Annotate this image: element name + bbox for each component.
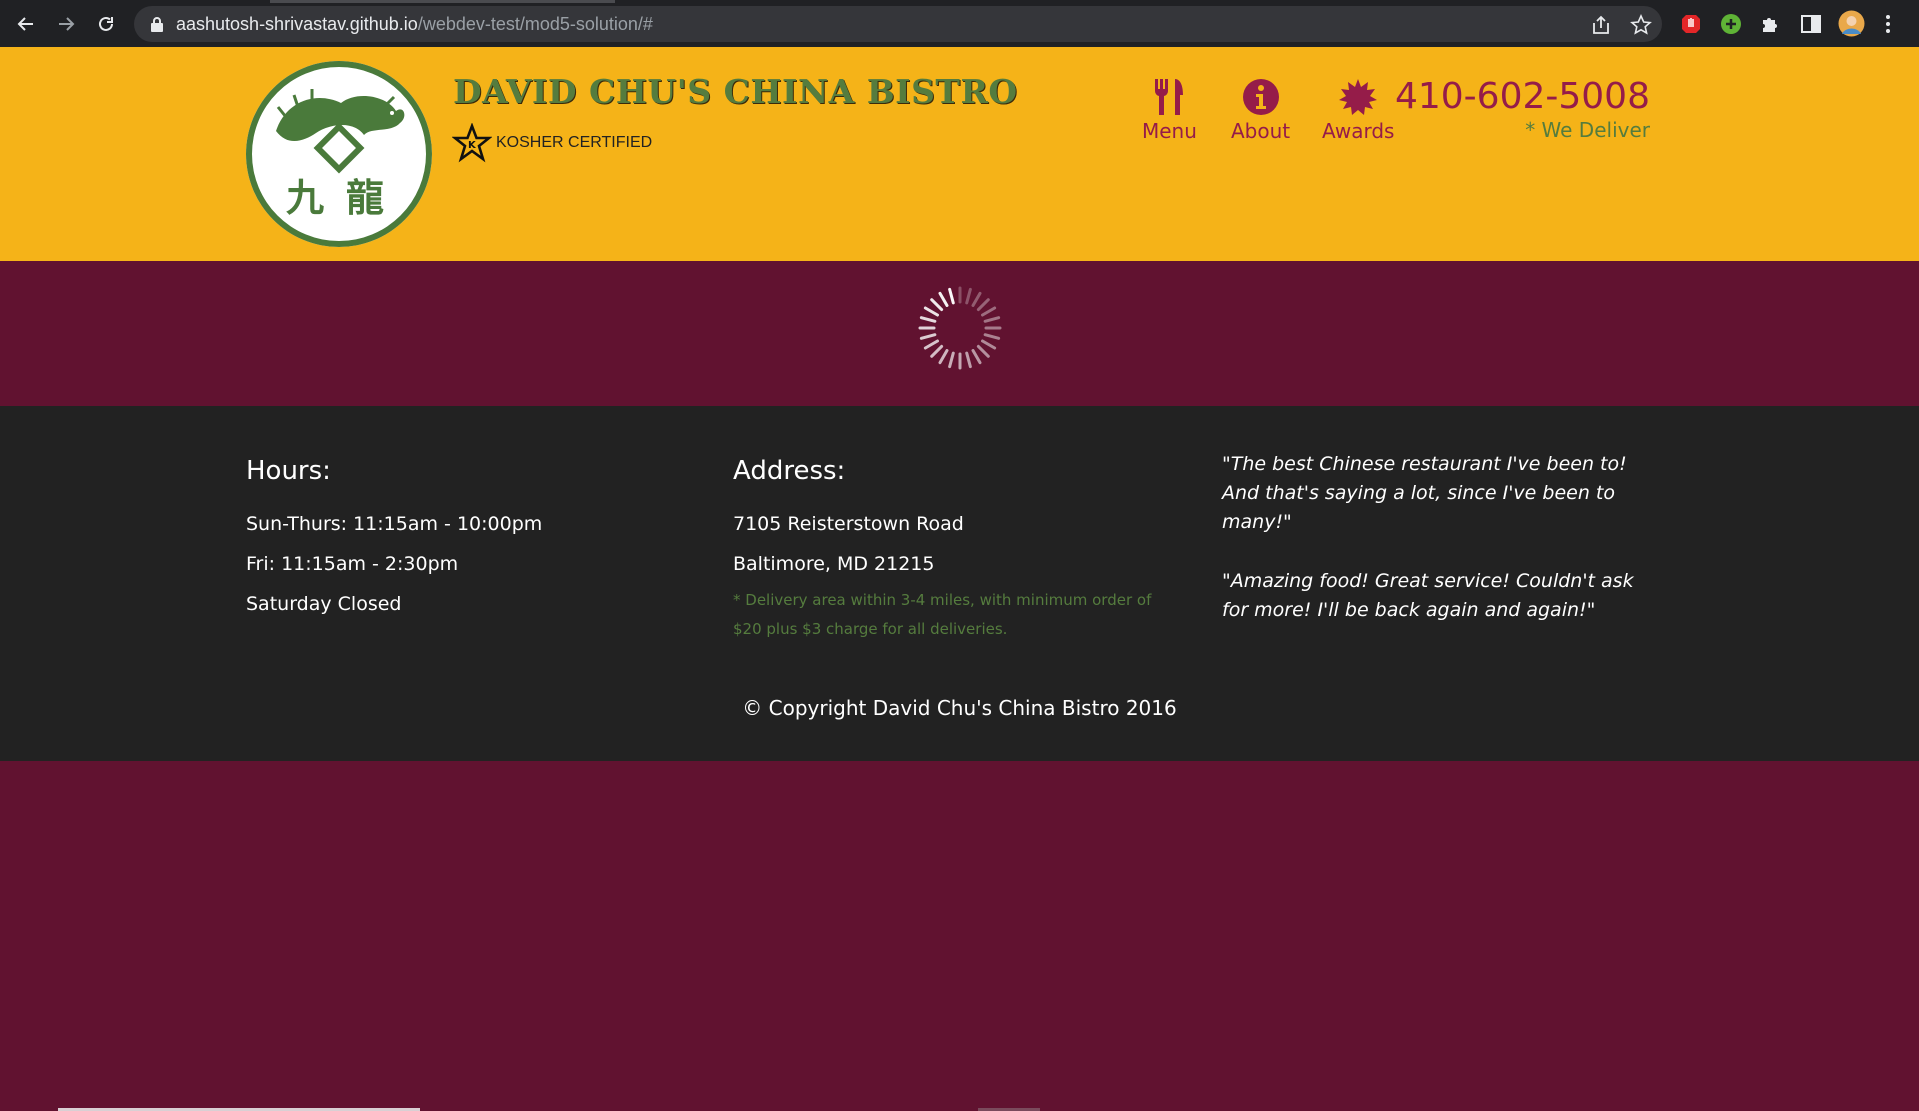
spinner-tick (971, 291, 982, 307)
spinner-tick (971, 349, 982, 365)
spinner-tick (923, 339, 939, 350)
kosher-label: KOSHER CERTIFIED (496, 134, 653, 151)
puzzle-icon[interactable] (1759, 12, 1783, 36)
phone-number[interactable]: 410-602-5008 (1395, 77, 1650, 117)
site-footer: Hours: Sun-Thurs: 11:15am - 10:00pm Fri:… (0, 406, 1919, 761)
forward-button[interactable] (51, 9, 81, 39)
spinner-tick (930, 344, 944, 358)
arrow-right-icon (59, 17, 75, 31)
spinner-tick (983, 333, 1001, 340)
site-header: 九 龍 DAVID CHU'S CHINA BISTRO K KOSHER CE… (0, 47, 1919, 261)
address-bar[interactable]: aashutosh-shrivastav.github.io/webdev-te… (134, 6, 1662, 42)
spinner-tick (981, 306, 997, 317)
delivery-note: * Delivery area within 3-4 miles, with m… (733, 591, 1152, 638)
testimonial: "The best Chinese restaurant I've been t… (1222, 453, 1627, 533)
spinner-tick (923, 306, 939, 317)
hours-title: Hours: (246, 456, 331, 486)
svg-text:九: 九 (286, 176, 324, 220)
svg-text:K: K (468, 140, 477, 151)
share-icon[interactable] (1590, 14, 1612, 36)
nav-awards-label: Awards (1322, 119, 1395, 143)
url-host: aashutosh-shrivastav.github.io (176, 14, 418, 34)
kosher-badge: K KOSHER CERTIFIED (452, 123, 652, 163)
url-path: /webdev-test/mod5-solution/# (417, 14, 653, 34)
copyright-text: © Copyright David Chu's China Bistro 201… (742, 696, 1177, 720)
avatar[interactable] (1838, 10, 1865, 37)
url-text: aashutosh-shrivastav.github.io/webdev-te… (176, 6, 653, 42)
star-of-david-icon: K (452, 123, 492, 163)
nav-menu-label: Menu (1142, 119, 1197, 143)
phone-block: 410-602-5008 * We Deliver (1395, 77, 1650, 143)
hours-line: Fri: 11:15am - 2:30pm (246, 553, 459, 575)
nav-awards[interactable]: Awards (1322, 77, 1394, 143)
svg-text:龍: 龍 (346, 176, 384, 220)
spinner-tick (948, 287, 955, 305)
loading-spinner-icon (918, 286, 1002, 370)
hours-line: Saturday Closed (246, 593, 402, 615)
testimonials-section: "The best Chinese restaurant I've been t… (1222, 450, 1652, 655)
spinner-tick (981, 339, 997, 350)
tab-indicator (270, 0, 615, 3)
side-panel-icon[interactable] (1799, 12, 1823, 36)
bookmark-star-icon[interactable] (1630, 14, 1652, 36)
address-section: Address: 7105 Reisterstown Road Baltimor… (733, 456, 1173, 644)
spinner-tick (919, 333, 937, 340)
spinner-tick (976, 344, 990, 358)
reload-button[interactable] (91, 9, 121, 39)
nav-menu[interactable]: Menu (1142, 77, 1197, 143)
address-line: Baltimore, MD 21215 (733, 553, 935, 575)
extension-green-icon[interactable] (1719, 12, 1743, 36)
lock-icon (151, 17, 163, 32)
hours-line: Sun-Thurs: 11:15am - 10:00pm (246, 513, 543, 535)
main-content (0, 261, 1919, 406)
spinner-tick (938, 291, 949, 307)
info-icon (1242, 79, 1279, 115)
reload-icon (99, 16, 113, 31)
award-icon (1339, 79, 1378, 115)
nav-about-label: About (1231, 119, 1291, 143)
spinner-tick (976, 298, 990, 312)
back-button[interactable] (11, 9, 41, 39)
spinner-tick (965, 351, 972, 369)
hours-section: Hours: Sun-Thurs: 11:15am - 10:00pm Fri:… (246, 456, 542, 624)
spinner-tick (938, 349, 949, 365)
testimonial: "Amazing food! Great service! Couldn't a… (1222, 570, 1634, 621)
browser-toolbar: aashutosh-shrivastav.github.io/webdev-te… (0, 0, 1919, 47)
spinner-tick (983, 316, 1001, 323)
address-title: Address: (733, 456, 846, 486)
address-line: 7105 Reisterstown Road (733, 513, 964, 535)
arrow-left-icon (17, 17, 33, 31)
restaurant-title[interactable]: DAVID CHU'S CHINA BISTRO (453, 72, 1018, 111)
nav-about[interactable]: About (1231, 77, 1290, 143)
restaurant-logo[interactable]: 九 龍 (246, 61, 432, 247)
spinner-tick (948, 351, 955, 369)
spinner-tick (965, 287, 972, 305)
we-deliver-text: * We Deliver (1525, 118, 1650, 142)
utensils-icon (1155, 79, 1184, 115)
dragon-logo-icon: 九 龍 (276, 89, 405, 220)
spinner-tick (930, 298, 944, 312)
more-options-icon[interactable] (1882, 12, 1894, 36)
extension-red-icon[interactable] (1679, 12, 1703, 36)
spinner-tick (919, 316, 937, 323)
